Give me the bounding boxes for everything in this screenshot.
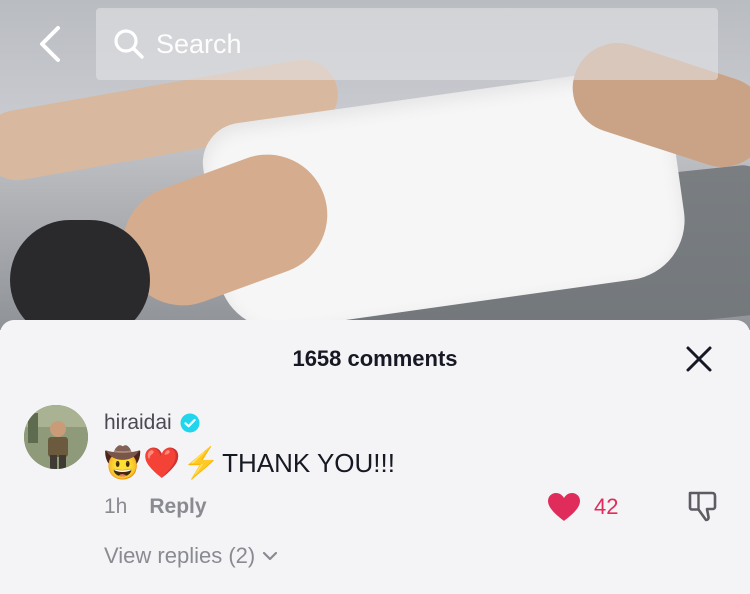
search-placeholder: Search (156, 28, 242, 59)
like-count: 42 (594, 494, 619, 519)
comment-username[interactable]: hiraidai (104, 411, 172, 435)
comments-header: 1658 comments (0, 320, 750, 398)
comment-meta: 1h Reply (104, 495, 207, 519)
comment-time: 1h (104, 495, 128, 518)
search-icon (112, 27, 146, 61)
verified-badge-icon (180, 413, 200, 433)
close-button[interactable] (684, 344, 714, 374)
view-replies-label: View replies (2) (104, 543, 256, 568)
cowboy-emoji: 🤠 (104, 447, 142, 480)
comments-sheet: 1658 comments hiraidai 🤠 ❤️ ⚡ THANK YOU!… (0, 320, 750, 594)
dislike-button[interactable] (686, 489, 720, 523)
back-button[interactable] (28, 22, 72, 66)
comment-count: 1658 comments (292, 346, 458, 371)
heart-icon (548, 493, 580, 521)
comment-author-row: hiraidai (104, 411, 200, 435)
comment-body: 🤠 ❤️ ⚡ THANK YOU!!! (104, 446, 395, 481)
comment-text: THANK YOU!!! (222, 448, 395, 478)
view-replies-button[interactable]: View replies (2) (104, 543, 279, 569)
comment-item: hiraidai 🤠 ❤️ ⚡ THANK YOU!!! 1h Reply 42 (0, 403, 750, 593)
lightning-emoji: ⚡ (182, 447, 221, 480)
search-bar[interactable]: Search (96, 8, 718, 80)
heart-emoji: ❤️ (143, 447, 181, 480)
like-button[interactable]: 42 (546, 491, 618, 523)
thumbs-down-icon (688, 491, 717, 522)
close-icon (686, 346, 712, 372)
chevron-left-icon (40, 26, 60, 62)
avatar[interactable] (24, 405, 88, 469)
chevron-down-icon (263, 551, 278, 561)
reply-button[interactable]: Reply (149, 495, 206, 519)
video-hair-shape (10, 220, 150, 330)
